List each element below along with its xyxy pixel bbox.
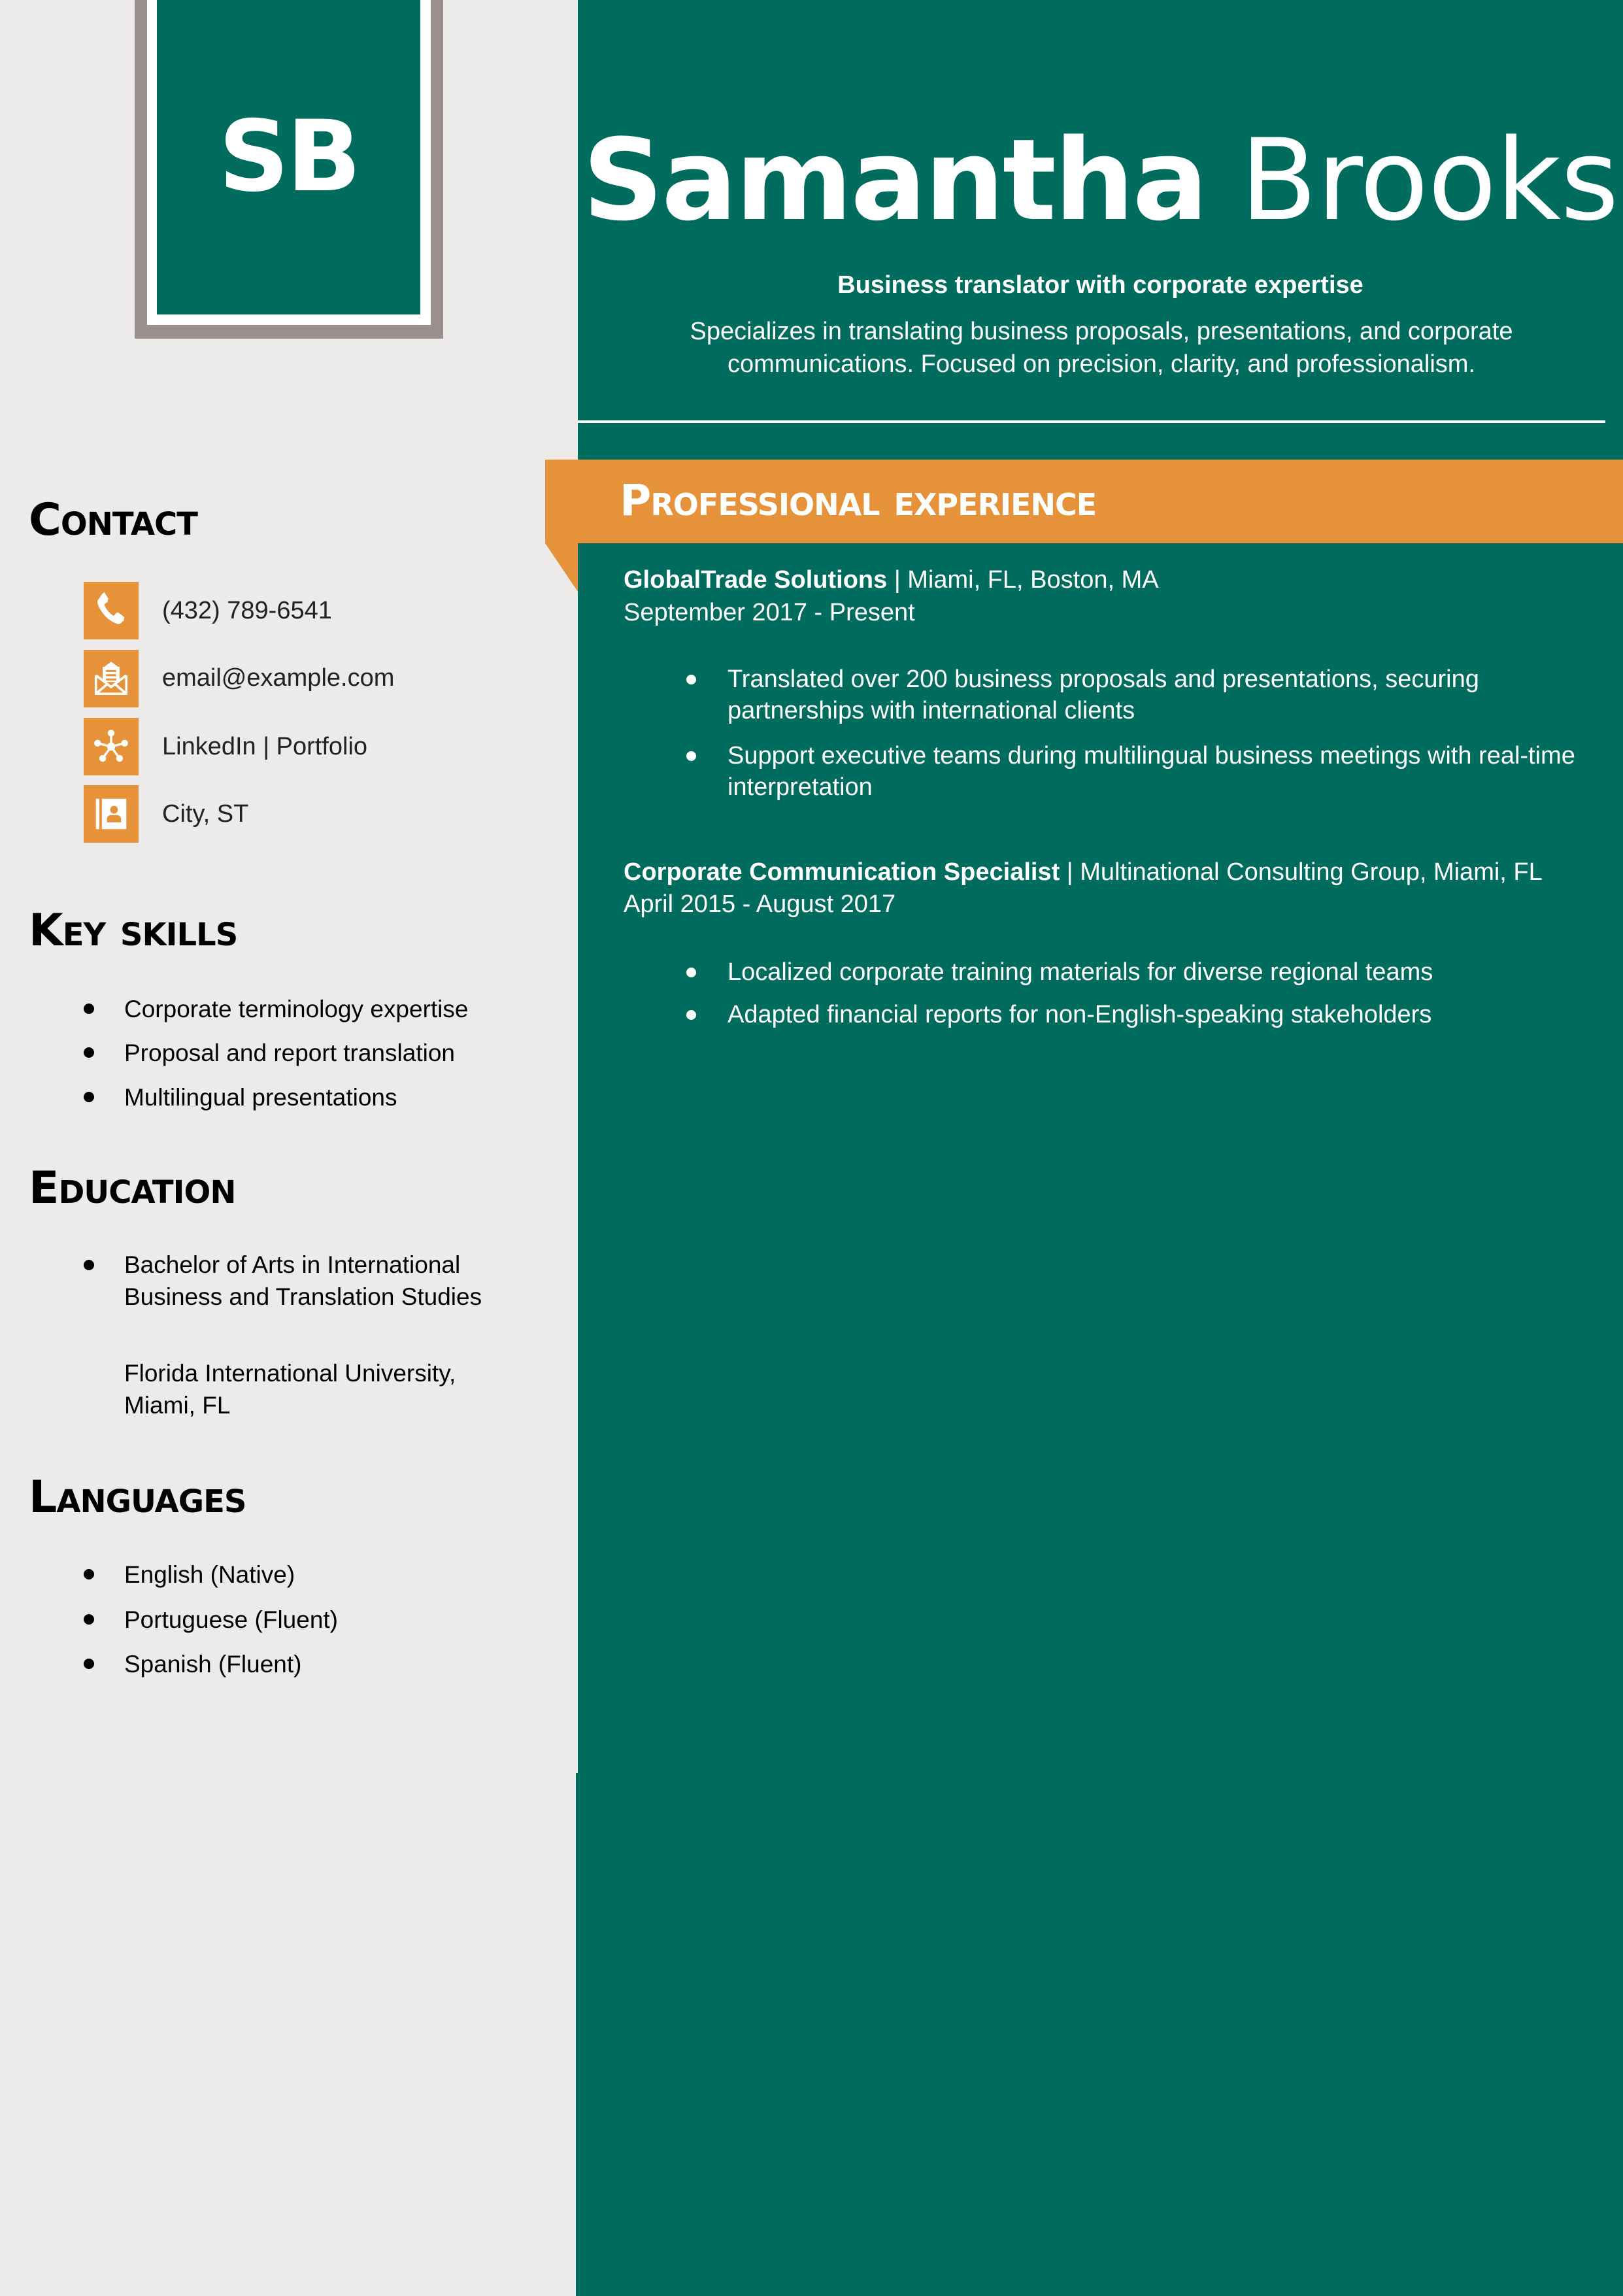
summary: Specializes in translating business prop…	[690, 318, 1513, 378]
contact-phone[interactable]: (432) 789-6541	[162, 598, 332, 623]
bullet	[84, 1569, 94, 1579]
candidate-name: Samantha Brooks	[578, 124, 1623, 237]
header-divider	[578, 420, 1605, 423]
address-book-icon	[84, 785, 139, 843]
job-bullet: Adapted financial reports for non-Englis…	[728, 1001, 1432, 1028]
contact-heading: Contact	[29, 494, 198, 546]
skills-heading: Key skills	[29, 905, 238, 956]
experience-heading: Professional experience	[620, 475, 1097, 526]
bullet	[686, 1010, 696, 1020]
sidebar	[0, 0, 578, 2296]
bullet	[84, 1614, 94, 1625]
bullet	[686, 751, 696, 761]
skill-item: Corporate terminology expertise	[124, 996, 469, 1022]
first-name: Samantha	[582, 114, 1208, 246]
job-details: | Multinational Consulting Group, Miami,…	[1060, 858, 1543, 886]
contact-email[interactable]: email@example.com	[162, 666, 394, 690]
education-school: Florida International University, Miami,…	[124, 1360, 456, 1419]
contact-links[interactable]: LinkedIn | Portfolio	[162, 734, 367, 759]
bullet	[84, 1260, 94, 1270]
bullet	[84, 1047, 94, 1058]
job-title: GlobalTrade Solutions	[624, 566, 888, 594]
education-heading: Education	[29, 1162, 236, 1214]
monogram-initials: SB	[218, 99, 361, 214]
bullet	[686, 675, 696, 684]
job-details: | Miami, FL, Boston, MA	[887, 566, 1159, 594]
monogram-box: SB	[157, 0, 420, 314]
bullet	[686, 968, 696, 977]
languages-heading: Languages	[29, 1472, 246, 1523]
language-item: Portuguese (Fluent)	[124, 1606, 339, 1633]
job-title: Corporate Communication Specialist	[624, 858, 1060, 886]
language-item: English (Native)	[124, 1561, 295, 1588]
job-header: Corporate Communication Specialist | Mul…	[624, 860, 1543, 885]
job-header: GlobalTrade Solutions | Miami, FL, Bosto…	[624, 567, 1159, 592]
last-name: Brooks	[1240, 114, 1619, 246]
main-panel-edge	[576, 1773, 578, 2296]
tagline: Business translator with corporate exper…	[837, 271, 1364, 299]
bullet	[84, 1092, 94, 1102]
banner-fold	[545, 543, 578, 592]
envelope-icon	[84, 650, 139, 707]
job-bullet: Localized corporate training materials f…	[728, 958, 1433, 986]
job-dates: September 2017 - Present	[624, 599, 915, 626]
job-dates: April 2015 - August 2017	[624, 890, 896, 918]
skill-item: Multilingual presentations	[124, 1084, 397, 1111]
network-icon	[84, 718, 139, 775]
skill-item: Proposal and report translation	[124, 1039, 455, 1066]
contact-location: City, ST	[162, 800, 249, 828]
bullet	[84, 1659, 94, 1669]
language-item: Spanish (Fluent)	[124, 1651, 302, 1678]
job-bullet: Support executive teams during multiling…	[728, 742, 1575, 801]
education-degree: Bachelor of Arts in International Busine…	[124, 1251, 482, 1310]
phone-icon	[84, 582, 139, 639]
job-bullet: Translated over 200 business proposals a…	[728, 666, 1479, 724]
bullet	[84, 1004, 94, 1014]
